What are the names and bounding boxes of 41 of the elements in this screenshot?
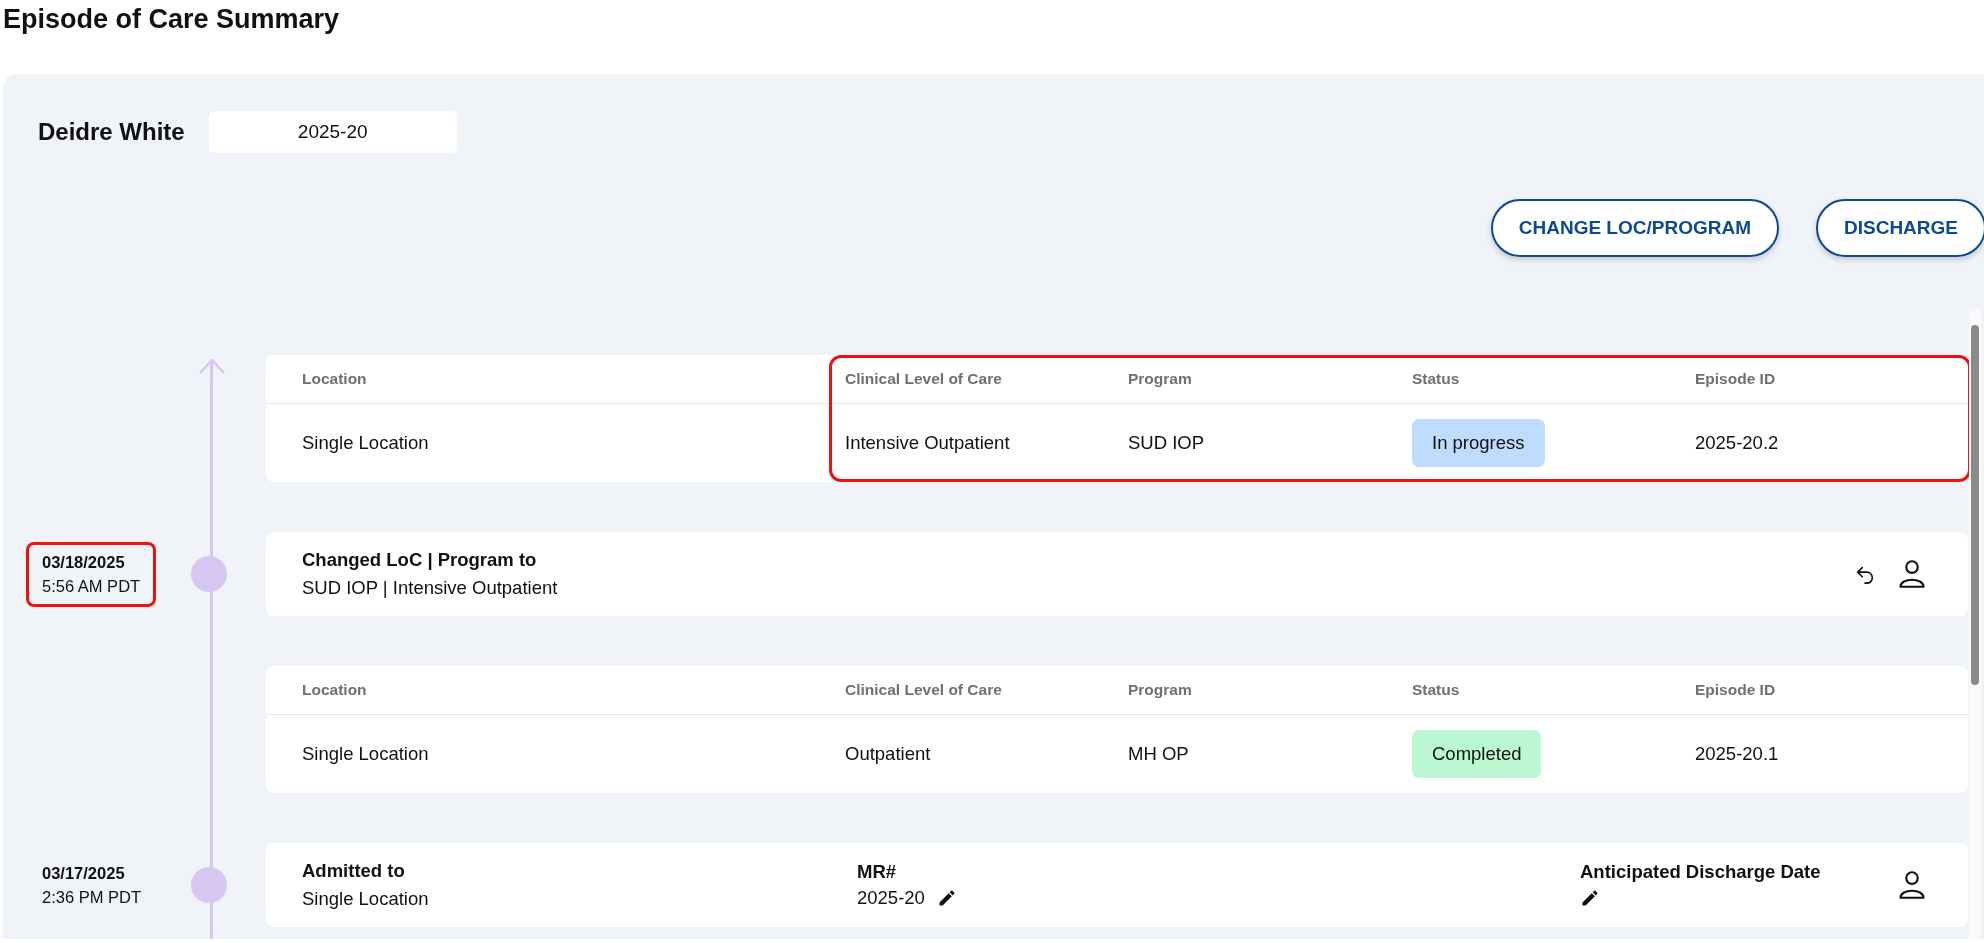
field-label: MR# <box>857 861 898 883</box>
scrollbar[interactable] <box>1969 309 1981 939</box>
action-button[interactable]: CHANGE LOC/PROGRAM <box>1490 199 1779 257</box>
column-header: Program <box>1128 370 1193 388</box>
column-header: Episode ID <box>1695 370 1777 388</box>
field-value: 2025-20 <box>857 887 925 909</box>
event-title: Changed LoC | Program to <box>302 549 538 571</box>
table-cell: MH OP <box>1128 743 1189 764</box>
field-label: Anticipated Discharge Date <box>1580 861 1821 883</box>
column-header: Episode ID <box>1695 681 1777 699</box>
event-title: Admitted to <box>302 860 406 882</box>
action-button[interactable]: DISCHARGE <box>1816 199 1984 257</box>
episode-number-field: 2025-20 <box>208 111 457 153</box>
event-detail: SUD IOP | Intensive Outpatient <box>302 577 559 599</box>
table-cell: Intensive Outpatient <box>845 432 1010 453</box>
page-title: Episode of Care Summary <box>2 3 341 36</box>
event-date: 03/17/2025 <box>42 863 126 883</box>
column-header: Clinical Level of Care <box>845 370 1003 388</box>
event-time: 5:56 AM PDT <box>42 576 141 596</box>
column-header: Location <box>301 370 368 388</box>
column-header: Program <box>1128 681 1193 699</box>
person-icon[interactable] <box>1898 559 1926 589</box>
column-header: Clinical Level of Care <box>845 681 1003 699</box>
status-badge: In progress <box>1412 419 1545 467</box>
patient-name: Deidre White <box>38 118 185 146</box>
table-cell: Single Location <box>302 743 429 764</box>
column-header: Status <box>1412 681 1461 699</box>
event-time: 2:36 PM PDT <box>42 887 142 907</box>
scrollbar-thumb[interactable] <box>1971 325 1979 685</box>
table-cell: 2025-20.1 <box>1695 743 1779 764</box>
table-cell: SUD IOP <box>1128 432 1205 453</box>
table-cell: Outpatient <box>845 743 931 764</box>
column-header: Location <box>301 681 368 699</box>
person-icon[interactable] <box>1898 870 1926 900</box>
edit-icon[interactable] <box>1580 888 1600 908</box>
event-date: 03/18/2025 <box>42 552 126 572</box>
status-badge: Completed <box>1412 730 1542 778</box>
table-cell: Single Location <box>302 432 429 453</box>
event-detail: Single Location <box>302 888 430 910</box>
column-header: Status <box>1412 370 1461 388</box>
table-cell: 2025-20.2 <box>1695 432 1779 453</box>
